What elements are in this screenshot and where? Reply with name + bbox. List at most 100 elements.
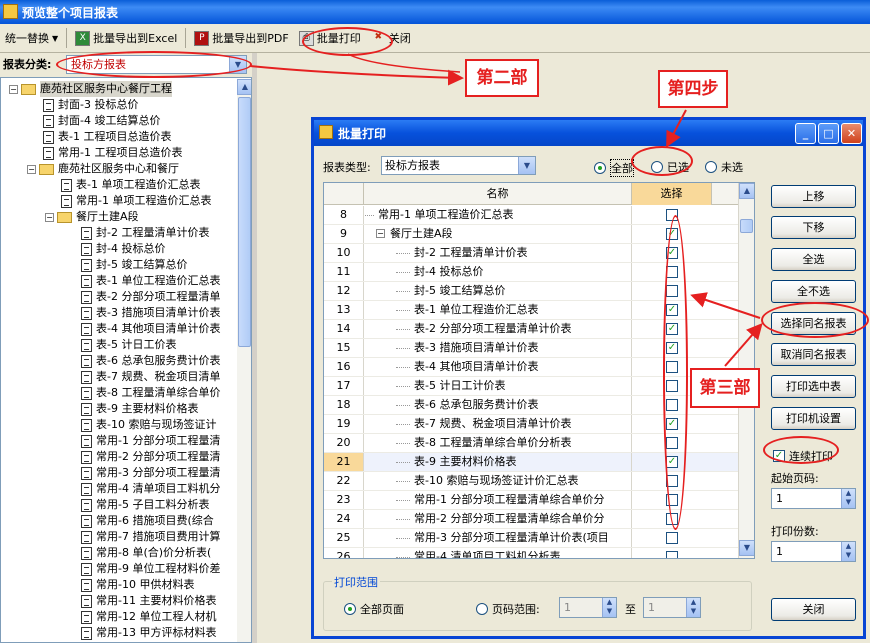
tree-report-node[interactable]: 封面-3 投标总价 [43, 97, 138, 113]
select-none-button[interactable]: 全不选 [771, 280, 856, 303]
scroll-up-icon[interactable]: ▲ [739, 183, 754, 199]
tree-report-node[interactable]: 封-4 投标总价 [81, 241, 165, 257]
scroll-down-icon[interactable]: ▼ [739, 540, 754, 556]
tree-report-node[interactable]: 常用-12 单位工程人材机 [81, 609, 216, 625]
tree-report-node[interactable]: 表-1 工程项目总造价表 [43, 129, 171, 145]
tree-node-label: 常用-5 子目工料分析表 [96, 498, 210, 511]
move-up-button[interactable]: 上移 [771, 185, 856, 208]
tree-report-node[interactable]: 表-10 索赔与现场签证计 [81, 417, 216, 433]
collapse-icon[interactable]: − [9, 84, 18, 94]
tree-report-node[interactable]: 表-9 主要材料价格表 [81, 401, 198, 417]
row-name-text: 表-3 措施项目清单计价表 [414, 341, 539, 354]
replace-button[interactable]: 统一替换 ▼ [0, 26, 63, 50]
range-to-input[interactable]: 1 ▲ ▼ [643, 597, 701, 618]
tree-report-node[interactable]: 常用-10 甲供材料表 [81, 577, 194, 593]
filter-unselected-radio[interactable]: 未选 [705, 159, 743, 175]
document-icon [81, 610, 92, 624]
export-pdf-button[interactable]: P 批量导出到PDF [189, 26, 293, 50]
tree-line [396, 367, 410, 368]
pane-splitter[interactable] [252, 53, 257, 643]
collapse-icon[interactable]: − [27, 164, 36, 174]
tree-report-node[interactable]: 表-2 分部分项工程量清单 [81, 289, 220, 305]
start-page-input[interactable]: 1 ▲ ▼ [771, 488, 856, 509]
tree-report-node[interactable]: 表-6 总承包服务费计价表 [81, 353, 220, 369]
tree-report-node[interactable]: 常用-4 清单项目工料机分 [81, 481, 220, 497]
collapse-icon[interactable]: − [45, 212, 54, 222]
row-name-text: 表-7 规费、税金项目清单计价表 [414, 417, 572, 430]
export-excel-button[interactable]: X 批量导出到Excel [70, 26, 182, 50]
window-title-bar: 预览整个项目报表 [0, 0, 870, 24]
tree-report-node[interactable]: 封面-4 竣工结算总价 [43, 113, 160, 129]
scroll-thumb[interactable] [740, 219, 753, 233]
tree-scrollbar[interactable]: ▲ [237, 79, 251, 642]
tree-report-node[interactable]: 常用-1 分部分项工程量清 [81, 433, 220, 449]
tree-report-node[interactable]: 常用-2 分部分项工程量清 [81, 449, 220, 465]
tree-report-node[interactable]: 表-7 规费、税金项目清单 [81, 369, 220, 385]
row-number: 20 [324, 434, 364, 452]
maximize-button[interactable]: □ [818, 123, 839, 144]
tree-report-node[interactable]: 常用-11 主要材料价格表 [81, 593, 216, 609]
tree-folder-node[interactable]: − 餐厅土建A段 [45, 209, 139, 225]
report-tree: − 鹿苑社区服务中心餐厅工程 封面-3 投标总价 封面-4 竣工结算总价 表-1 工程项… [0, 77, 252, 643]
grid-row[interactable]: 26 常用-4 清单项目工料机分析表 [324, 548, 738, 558]
document-icon [81, 306, 92, 320]
tree-report-node[interactable]: 常用-9 单位工程材料价差 [81, 561, 220, 577]
row-number: 23 [324, 491, 364, 509]
minimize-button[interactable]: _ [795, 123, 816, 144]
range-from-input[interactable]: 1 ▲ ▼ [559, 597, 617, 618]
grid-row[interactable]: 25 常用-3 分部分项工程量清单计价表(项目 [324, 529, 738, 548]
tree-report-node[interactable]: 常用-8 单(合)价分析表( [81, 545, 211, 561]
filter-all-radio[interactable]: 全部 [594, 159, 634, 177]
row-name-text: 表-6 总承包服务费计价表 [414, 398, 539, 411]
dialog-close-button[interactable]: 关闭 [771, 598, 856, 621]
scroll-thumb[interactable] [238, 97, 251, 347]
printer-setup-button[interactable]: 打印机设置 [771, 407, 856, 430]
tree-report-node[interactable]: 表-1 单位工程造价汇总表 [81, 273, 220, 289]
scroll-up-icon[interactable]: ▲ [237, 79, 251, 95]
document-icon [43, 146, 54, 160]
row-name-text: 表-4 其他项目清单计价表 [414, 360, 539, 373]
move-down-button[interactable]: 下移 [771, 216, 856, 239]
tree-report-node[interactable]: 常用-1 工程项目总造价表 [43, 145, 182, 161]
row-name-cell: 表-4 其他项目清单计价表 [364, 358, 632, 376]
close-dialog-button[interactable]: ✕ [841, 123, 862, 144]
tree-node-label: 表-2 分部分项工程量清单 [96, 290, 221, 303]
tree-report-node[interactable]: 表-5 计日工价表 [81, 337, 176, 353]
spinner-icon[interactable]: ▲ ▼ [602, 598, 616, 617]
tree-report-node[interactable]: 封-2 工程量清单计价表 [81, 225, 209, 241]
print-range-label: 打印范围 [332, 574, 380, 590]
cancel-same-name-button[interactable]: 取消同名报表 [771, 343, 856, 366]
tree-report-node[interactable]: 常用-1 单项工程造价汇总表 [61, 193, 211, 209]
range-all-radio[interactable]: 全部页面 [344, 601, 404, 617]
tree-node-label: 常用-1 分部分项工程量清 [96, 434, 221, 447]
select-all-button[interactable]: 全选 [771, 248, 856, 271]
spinner-icon[interactable]: ▲ ▼ [841, 542, 855, 561]
collapse-icon[interactable]: − [376, 229, 385, 238]
document-icon [81, 370, 92, 384]
tree-report-node[interactable]: 常用-3 分部分项工程量清 [81, 465, 220, 481]
row-name-text: 表-5 计日工计价表 [414, 379, 506, 392]
spinner-icon[interactable]: ▲ ▼ [686, 598, 700, 617]
range-pages-radio[interactable]: 页码范围: [476, 601, 540, 617]
tree-report-node[interactable]: 表-4 其他项目清单计价表 [81, 321, 220, 337]
spinner-icon[interactable]: ▲ ▼ [841, 489, 855, 508]
tree-node-label: 常用-11 主要材料价格表 [96, 594, 217, 607]
tree-report-node[interactable]: 常用-13 甲方评标材料表 [81, 625, 216, 641]
tree-report-node[interactable]: 表-1 单项工程造价汇总表 [61, 177, 200, 193]
copies-input[interactable]: 1 ▲ ▼ [771, 541, 856, 562]
tree-report-node[interactable]: 常用-6 措施项目费(综合 [81, 513, 214, 529]
tree-report-node[interactable]: 常用-7 措施项目费用计算 [81, 529, 220, 545]
tree-report-node[interactable]: 表-8 工程量清单综合单价 [81, 385, 220, 401]
tree-folder-node[interactable]: − 鹿苑社区服务中心和餐厅 [27, 161, 179, 177]
tree-report-node[interactable]: 表-3 措施项目清单计价表 [81, 305, 220, 321]
tree-node-label: 常用-1 工程项目总造价表 [58, 146, 183, 159]
tree-report-node[interactable]: 常用-5 子目工料分析表 [81, 497, 209, 513]
row-checkbox[interactable] [666, 551, 678, 558]
tree-report-node[interactable]: 封-5 竣工结算总价 [81, 257, 187, 273]
print-selected-button[interactable]: 打印选中表 [771, 375, 856, 398]
chevron-down-icon[interactable]: ▼ [518, 157, 535, 174]
tree-folder-node[interactable]: − 鹿苑社区服务中心餐厅工程 [9, 81, 172, 97]
row-checkbox[interactable] [666, 532, 678, 544]
report-type-select[interactable]: 投标方报表 ▼ [381, 156, 536, 175]
row-name-text: 表-9 主要材料价格表 [414, 455, 517, 468]
